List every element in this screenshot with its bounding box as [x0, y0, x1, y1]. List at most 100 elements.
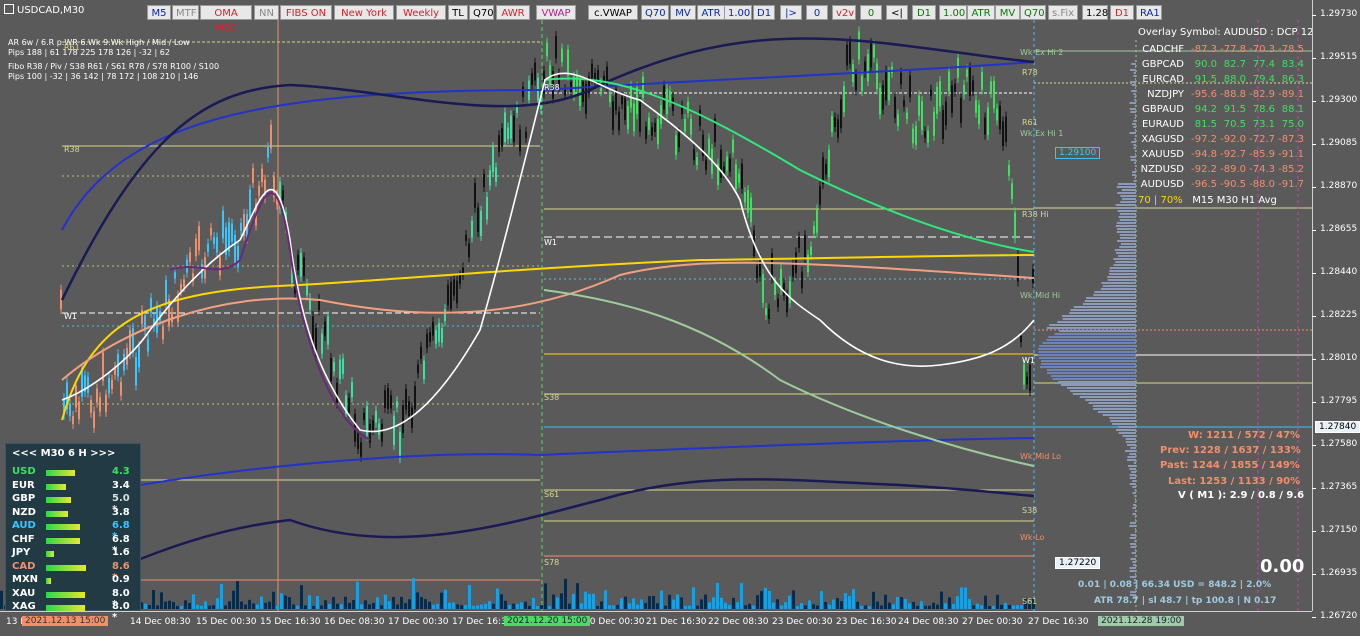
- volume-profile-bar: [1127, 444, 1136, 446]
- toolbar-button-0-18[interactable]: 0: [806, 5, 828, 20]
- volume-bar: [504, 600, 507, 609]
- volume-profile-bar: [1046, 369, 1136, 371]
- volume-profile-bar: [1125, 441, 1136, 443]
- toolbar-button-vwap-10[interactable]: VWAP: [536, 5, 576, 20]
- time-tick-label: 17 Dec 00:30: [388, 617, 449, 627]
- toolbar-button-mv-25[interactable]: MV: [995, 5, 1020, 20]
- volume-bar: [728, 605, 731, 609]
- volume-bar: [764, 587, 767, 609]
- volume-bar: [448, 602, 451, 609]
- price-axis[interactable]: [1312, 0, 1360, 611]
- volume-bar: [824, 602, 827, 609]
- volume-bar: [180, 605, 183, 609]
- volume-bar: [380, 605, 383, 609]
- toolbar-button-d1-16[interactable]: D1: [753, 5, 775, 20]
- correlation-row: XAUUSD -94.8 -92.7 -85.9 -91.1: [1140, 147, 1304, 162]
- volume-profile-bar: [1134, 168, 1136, 170]
- strength-row: AUD 6.8 *: [12, 520, 138, 542]
- toolbar-button-v2v-19[interactable]: v2v: [832, 5, 856, 20]
- volume-bar: [276, 605, 279, 609]
- toolbar-button-mv-13[interactable]: MV: [670, 5, 696, 20]
- volume-bar: [228, 601, 231, 609]
- toolbar-button-fibs-on-4[interactable]: FIBS ON: [280, 5, 332, 20]
- volume-profile-bar: [1125, 438, 1136, 440]
- volume-bar: [876, 601, 879, 609]
- correlation-row: NZDUSD -92.2 -89.0 -74.3 -85.2: [1140, 162, 1304, 177]
- volume-profile-bar: [1134, 87, 1136, 89]
- level-label: S78: [544, 558, 560, 567]
- toolbar-button-1-28-28[interactable]: 1.28: [1082, 5, 1108, 20]
- strength-row: USD 4.3: [12, 466, 138, 480]
- volume-profile-bar: [1119, 234, 1136, 236]
- range-info-line: W: 1211 / 572 / 47%: [1188, 430, 1301, 441]
- toolbar-button-atr-14[interactable]: ATR: [697, 5, 725, 20]
- price-tick-mark: [1312, 15, 1316, 16]
- strength-header[interactable]: <<< M30 6 H >>>: [12, 448, 136, 459]
- volume-bar: [1012, 605, 1015, 609]
- toolbar-button-d1-29[interactable]: D1: [1110, 5, 1134, 20]
- toolbar-button-q70-26[interactable]: Q70: [1020, 5, 1046, 20]
- toolbar-button-atr-24[interactable]: ATR: [967, 5, 995, 20]
- toolbar-button-q70-12[interactable]: Q70: [641, 5, 669, 20]
- toolbar-button---21[interactable]: <|: [886, 5, 908, 20]
- volume-profile-bar: [1124, 450, 1136, 452]
- volume-bar: [724, 602, 727, 609]
- volume-bar: [376, 597, 379, 609]
- toolbar-button-mtf-1[interactable]: MTF: [172, 5, 199, 20]
- volume-profile-bar: [1118, 255, 1136, 257]
- correlation-value: 73.1: [1252, 119, 1275, 130]
- volume-profile-bar: [1085, 399, 1136, 401]
- volume-profile-bar: [1046, 339, 1136, 341]
- time-marker: 2021.12.20 15:00: [504, 616, 591, 626]
- toolbar-button-oma-m30-2[interactable]: OMA M30: [200, 5, 252, 34]
- price-tick-label: 1.28440: [1320, 267, 1358, 277]
- volume-bar: [980, 605, 983, 609]
- toolbar-button-tl-7[interactable]: TL: [448, 5, 468, 20]
- toolbar-button-q70-8[interactable]: Q70: [469, 5, 494, 20]
- toolbar-button-1-00-23[interactable]: 1.00: [939, 5, 967, 20]
- toolbar-button-ra1-30[interactable]: RA1: [1136, 5, 1162, 20]
- strength-row: XAG 8.0 *: [12, 601, 138, 623]
- volume-bar: [624, 596, 627, 609]
- toolbar-button-weekly-6[interactable]: Weekly: [396, 5, 446, 20]
- volume-bar: [176, 605, 179, 609]
- volume-profile-bar: [1109, 273, 1136, 275]
- volume-bar: [296, 605, 299, 609]
- toolbar-button-c-vwap-11[interactable]: c.VWAP: [588, 5, 638, 20]
- volume-profile-bar: [1120, 243, 1136, 245]
- toolbar-button-m5-0[interactable]: M5: [147, 5, 171, 20]
- mt4-chart-window[interactable]: USDCAD,M30 M5 MTF OMA M30 NN FIBS ON New York…: [0, 0, 1360, 636]
- toolbar-button---17[interactable]: |>: [780, 5, 802, 20]
- toolbar-button-new-york-5[interactable]: New York: [334, 5, 394, 20]
- volume-profile-bar: [1054, 333, 1136, 335]
- volume-profile-bar: [1129, 477, 1136, 479]
- volume-bar: [552, 594, 555, 609]
- price-chart[interactable]: [0, 0, 1312, 611]
- level-label: R78: [1022, 68, 1038, 77]
- volume-bar: [768, 590, 771, 609]
- correlation-value: -89.0: [1220, 164, 1246, 175]
- toolbar-button-awr-9[interactable]: AWR: [496, 5, 530, 20]
- volume-profile-bar: [1129, 132, 1136, 134]
- correlation-value: -96.5: [1191, 179, 1217, 190]
- volume-profile-bar: [1060, 384, 1136, 386]
- volume-profile-bar: [1129, 453, 1136, 455]
- volume-profile-bar: [1107, 276, 1136, 278]
- volume-bar: [188, 602, 191, 609]
- price-tick-mark: [1312, 144, 1316, 145]
- toolbar-button-s-fix-27[interactable]: s.Fix: [1048, 5, 1078, 20]
- toolbar-button-0-20[interactable]: 0: [860, 5, 882, 20]
- volume-profile-bar: [1046, 372, 1136, 374]
- strength-currency: CAD: [12, 560, 36, 572]
- toolbar-button-1-00-15[interactable]: 1.00: [724, 5, 752, 20]
- volume-profile-bar: [1130, 447, 1136, 449]
- level-label: Wk Ex Hi 2: [1020, 48, 1064, 57]
- price-tick-label: 1.27795: [1320, 396, 1358, 406]
- volume-bar: [160, 592, 163, 609]
- strength-value: 0.9: [112, 574, 130, 585]
- correlation-row: GBPAUD 94.2 91.5 78.6 88.1: [1140, 102, 1304, 117]
- volume-bar: [212, 605, 215, 609]
- volume-bar: [340, 604, 343, 609]
- toolbar-button-d1-22[interactable]: D1: [912, 5, 936, 20]
- toolbar-button-nn-3[interactable]: NN: [254, 5, 279, 20]
